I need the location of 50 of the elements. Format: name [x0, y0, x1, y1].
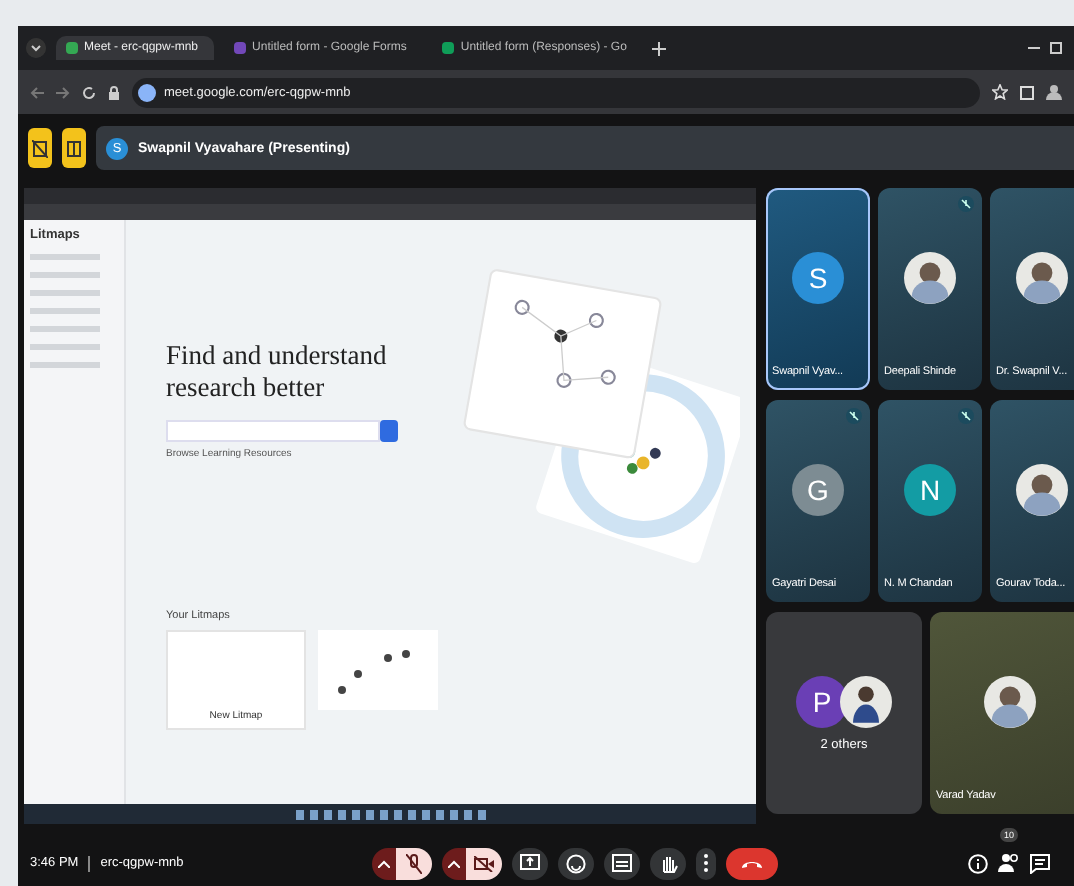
person-avatar-icon	[1016, 251, 1068, 303]
camera-icon	[474, 855, 495, 871]
caret-icon	[448, 859, 461, 867]
emoji-button[interactable]	[558, 847, 595, 879]
smiley-icon	[566, 853, 587, 873]
caret-icon	[378, 859, 391, 867]
maximize-icon[interactable]	[1050, 42, 1062, 54]
microphone-icon	[406, 853, 423, 873]
end-call-button[interactable]	[726, 847, 779, 879]
layout-button[interactable]	[62, 128, 86, 168]
chat-icon[interactable]	[1030, 853, 1051, 873]
person-avatar-icon	[904, 251, 956, 303]
more-options-button[interactable]	[696, 847, 717, 879]
pin-button[interactable]	[28, 128, 52, 168]
person-avatar-icon	[1016, 463, 1068, 515]
raise-hand-button[interactable]	[650, 847, 687, 879]
person-avatar-icon	[984, 675, 1036, 727]
crossed-frame-icon	[32, 139, 48, 157]
headline: Find and understand research better	[166, 340, 389, 404]
search-button[interactable]	[380, 420, 398, 442]
video-options-button[interactable]	[442, 847, 467, 879]
avatar: G	[792, 463, 844, 515]
audio-options-button[interactable]	[372, 847, 397, 879]
present-icon	[520, 854, 541, 872]
reload-icon[interactable]	[82, 85, 96, 99]
search-field[interactable]	[166, 420, 380, 442]
extensions-icon[interactable]	[1020, 84, 1034, 100]
split-frame-icon	[66, 139, 82, 157]
person-avatar-icon	[840, 675, 892, 727]
minimize-icon[interactable]	[1028, 42, 1040, 54]
avatar: N	[904, 463, 956, 515]
camera-button[interactable]	[466, 847, 503, 879]
captions-button[interactable]	[604, 847, 641, 879]
more-icon	[704, 854, 709, 872]
phone-icon	[740, 857, 765, 869]
captions-icon	[612, 854, 633, 872]
microphone-button[interactable]	[396, 847, 433, 879]
people-icon[interactable]	[998, 851, 1021, 871]
profile-icon[interactable]	[1046, 84, 1062, 100]
lock-icon[interactable]	[108, 85, 120, 99]
hand-icon	[659, 853, 678, 873]
star-icon[interactable]	[992, 84, 1008, 100]
present-button[interactable]	[512, 847, 549, 879]
info-icon[interactable]	[968, 853, 989, 873]
map-thumbnail[interactable]	[318, 630, 438, 710]
avatar: P	[796, 675, 848, 727]
back-icon[interactable]	[30, 85, 44, 99]
new-tab-icon[interactable]	[652, 41, 667, 55]
avatar: S	[792, 251, 844, 303]
forward-icon[interactable]	[56, 85, 70, 99]
